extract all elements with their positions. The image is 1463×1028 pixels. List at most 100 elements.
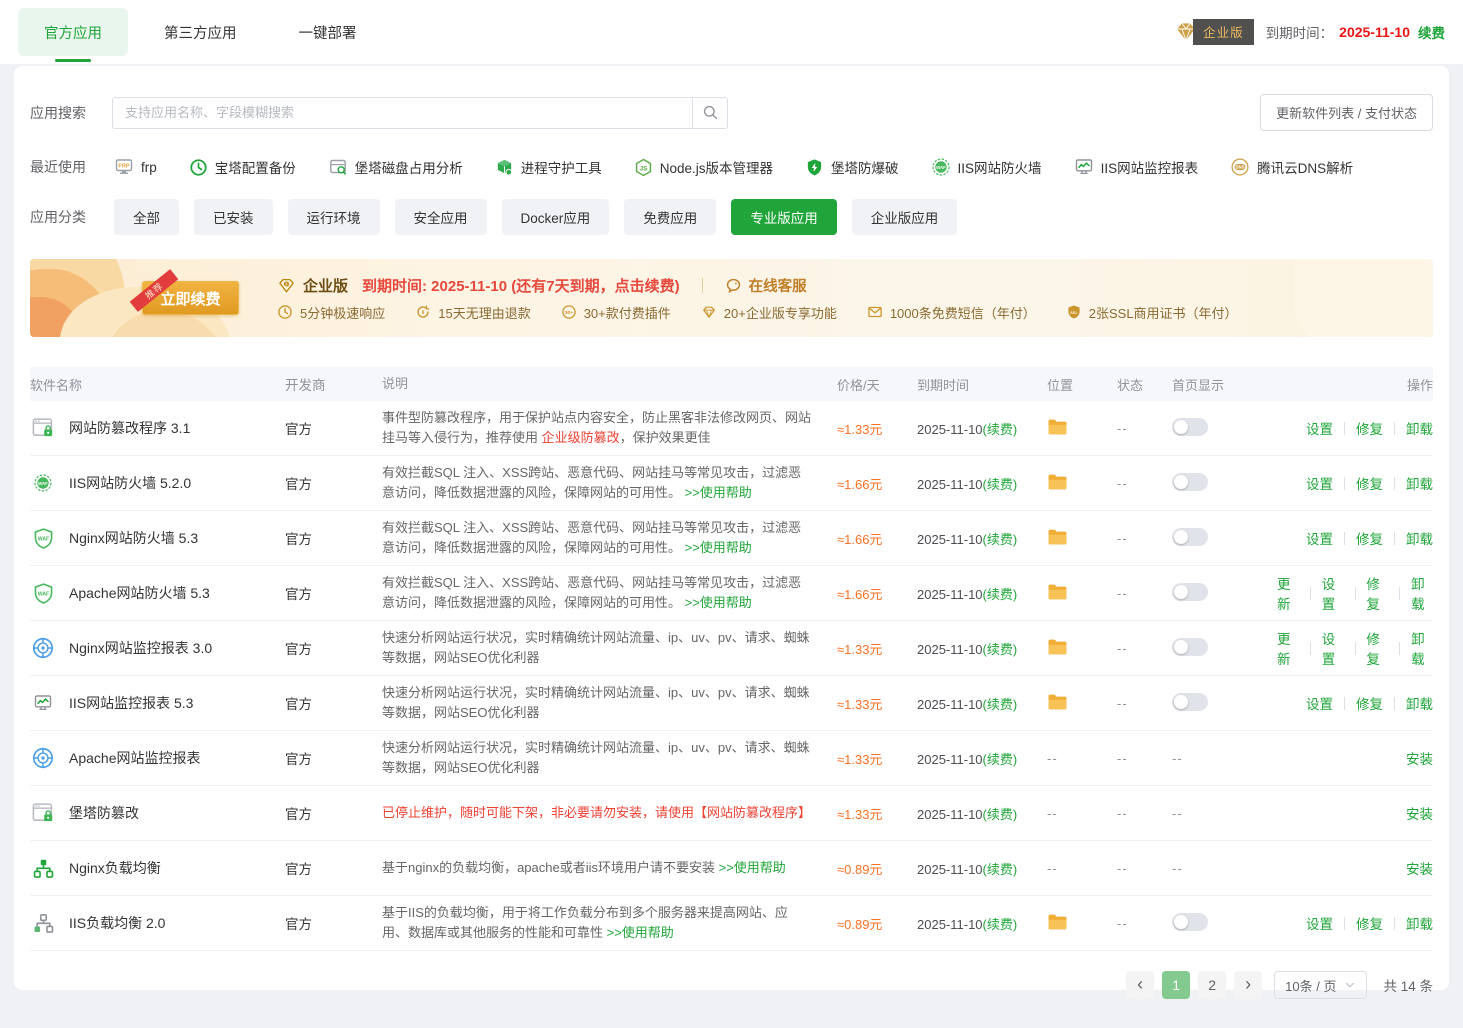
install-action[interactable]: 安装 [1406, 748, 1433, 768]
repair-action[interactable]: 修复 [1356, 913, 1383, 933]
table-row: WAF Nginx网站防火墙 5.3 官方 有效拦截SQL 注入、XSS跨站、恶… [30, 511, 1433, 566]
online-service-link[interactable]: 在线客服 [749, 275, 807, 296]
renew-link[interactable]: (续费) [983, 422, 1018, 437]
recent-app-item[interactable]: JSNode.js版本管理器 [634, 157, 773, 177]
renew-link[interactable]: (续费) [983, 862, 1018, 877]
repair-action[interactable]: 修复 [1356, 418, 1383, 438]
prev-page-button[interactable]: ‹ [1126, 971, 1154, 999]
category-button[interactable]: 免费应用 [624, 199, 716, 235]
app-name: Apache网站监控报表 [69, 748, 200, 768]
renew-link[interactable]: (续费) [983, 587, 1018, 602]
settings-action[interactable]: 设置 [1306, 693, 1333, 713]
monitor-chart-icon [30, 693, 56, 713]
recent-app-item[interactable]: 宝塔配置备份 [189, 157, 296, 177]
folder-icon[interactable] [1047, 473, 1068, 491]
renew-now-button[interactable]: 推荐 立即续费 [142, 281, 239, 315]
home-display-toggle[interactable] [1172, 583, 1208, 601]
banner-expire-text[interactable]: 到期时间: 2025-11-10 (还有7天到期，点击续费) [362, 275, 680, 296]
diamond-icon [701, 304, 717, 320]
recent-app-item[interactable]: FRPfrp [114, 157, 157, 177]
renew-link[interactable]: (续费) [983, 917, 1018, 932]
repair-action[interactable]: 修复 [1366, 628, 1388, 668]
renew-link[interactable]: (续费) [983, 477, 1018, 492]
category-button[interactable]: 安全应用 [395, 199, 487, 235]
repair-action[interactable]: 修复 [1356, 693, 1383, 713]
location-cell [1047, 418, 1117, 439]
uninstall-action[interactable]: 卸载 [1411, 628, 1433, 668]
settings-action[interactable]: 设置 [1306, 473, 1333, 493]
folder-icon[interactable] [1047, 913, 1068, 931]
category-button[interactable]: 运行环境 [288, 199, 380, 235]
renew-link[interactable]: (续费) [983, 807, 1018, 822]
next-page-button[interactable]: › [1234, 971, 1262, 999]
search-input[interactable] [112, 97, 692, 129]
folder-icon[interactable] [1047, 693, 1068, 711]
folder-icon[interactable] [1047, 528, 1068, 546]
renew-link[interactable]: (续费) [983, 642, 1018, 657]
recent-app-item[interactable]: 进程守护工具 [495, 157, 602, 177]
recent-app-item[interactable]: IIS网站监控报表 [1074, 157, 1199, 177]
help-link[interactable]: >>使用帮助 [685, 485, 752, 500]
home-display-toggle[interactable] [1172, 638, 1208, 656]
uninstall-action[interactable]: 卸载 [1406, 913, 1433, 933]
uninstall-action[interactable]: 卸载 [1406, 693, 1433, 713]
category-button[interactable]: 专业版应用 [731, 199, 837, 235]
tamper-proof-upgrade-link[interactable]: 企业级防篡改 [542, 430, 620, 445]
table-row: Nginx负载均衡 官方 基于nginx的负载均衡，apache或者iis环境用… [30, 841, 1433, 896]
recent-app-item[interactable]: 堡塔防爆破 [805, 157, 899, 177]
recent-app-item[interactable]: 堡塔磁盘占用分析 [328, 157, 463, 177]
category-button[interactable]: 已安装 [194, 199, 273, 235]
update-action[interactable]: 更新 [1277, 573, 1299, 613]
recent-app-label: frp [141, 160, 157, 175]
license-renew-link[interactable]: 续费 [1418, 22, 1445, 42]
repair-action[interactable]: 修复 [1356, 528, 1383, 548]
search-button[interactable] [692, 97, 728, 129]
page-size-select[interactable]: 10条 / 页 [1274, 971, 1367, 999]
repair-action[interactable]: 修复 [1366, 573, 1388, 613]
update-action[interactable]: 更新 [1277, 628, 1299, 668]
home-display-toggle[interactable] [1172, 693, 1208, 711]
settings-action[interactable]: 设置 [1306, 418, 1333, 438]
banner-feature: SSL2张SSL商用证书（年付） [1066, 303, 1238, 322]
home-display-toggle[interactable] [1172, 473, 1208, 491]
install-action[interactable]: 安装 [1406, 803, 1433, 823]
category-button[interactable]: Docker应用 [502, 199, 610, 235]
page-button[interactable]: 1 [1162, 971, 1190, 999]
uninstall-action[interactable]: 卸载 [1411, 573, 1433, 613]
help-link[interactable]: >>使用帮助 [719, 860, 786, 875]
recent-app-item[interactable]: DNS腾讯云DNS解析 [1230, 157, 1353, 177]
folder-icon[interactable] [1047, 583, 1068, 601]
status-cell: -- [1117, 696, 1172, 711]
help-link[interactable]: >>使用帮助 [685, 540, 752, 555]
settings-action[interactable]: 设置 [1322, 573, 1344, 613]
update-software-list-button[interactable]: 更新软件列表 / 支付状态 [1260, 94, 1433, 131]
clock-icon [277, 304, 293, 320]
repair-action[interactable]: 修复 [1356, 473, 1383, 493]
tab-one-click-deploy[interactable]: 一键部署 [273, 8, 383, 56]
home-display-toggle[interactable] [1172, 913, 1208, 931]
renew-link[interactable]: (续费) [983, 752, 1018, 767]
home-display-toggle[interactable] [1172, 528, 1208, 546]
folder-icon[interactable] [1047, 418, 1068, 436]
settings-action[interactable]: 设置 [1306, 913, 1333, 933]
uninstall-action[interactable]: 卸载 [1406, 528, 1433, 548]
renew-link[interactable]: (续费) [983, 697, 1018, 712]
category-button[interactable]: 企业版应用 [852, 199, 958, 235]
category-button[interactable]: 全部 [114, 199, 179, 235]
uninstall-action[interactable]: 卸载 [1406, 473, 1433, 493]
renew-link[interactable]: (续费) [983, 532, 1018, 547]
home-display-toggle[interactable] [1172, 418, 1208, 436]
anti-brute-shield-icon [805, 158, 824, 177]
tab-third-party-apps[interactable]: 第三方应用 [138, 8, 263, 56]
settings-action[interactable]: 设置 [1322, 628, 1344, 668]
tab-official-apps[interactable]: 官方应用 [18, 8, 128, 56]
help-link[interactable]: >>使用帮助 [685, 595, 752, 610]
folder-icon[interactable] [1047, 638, 1068, 656]
app-description: 有效拦截SQL 注入、XSS跨站、恶意代码、网站挂马等常见攻击，过滤恶意访问，降… [382, 573, 837, 613]
help-link[interactable]: >>使用帮助 [607, 925, 674, 940]
recent-app-item[interactable]: WAFIIS网站防火墙 [931, 157, 1042, 177]
install-action[interactable]: 安装 [1406, 858, 1433, 878]
uninstall-action[interactable]: 卸载 [1406, 418, 1433, 438]
page-button[interactable]: 2 [1198, 971, 1226, 999]
settings-action[interactable]: 设置 [1306, 528, 1333, 548]
